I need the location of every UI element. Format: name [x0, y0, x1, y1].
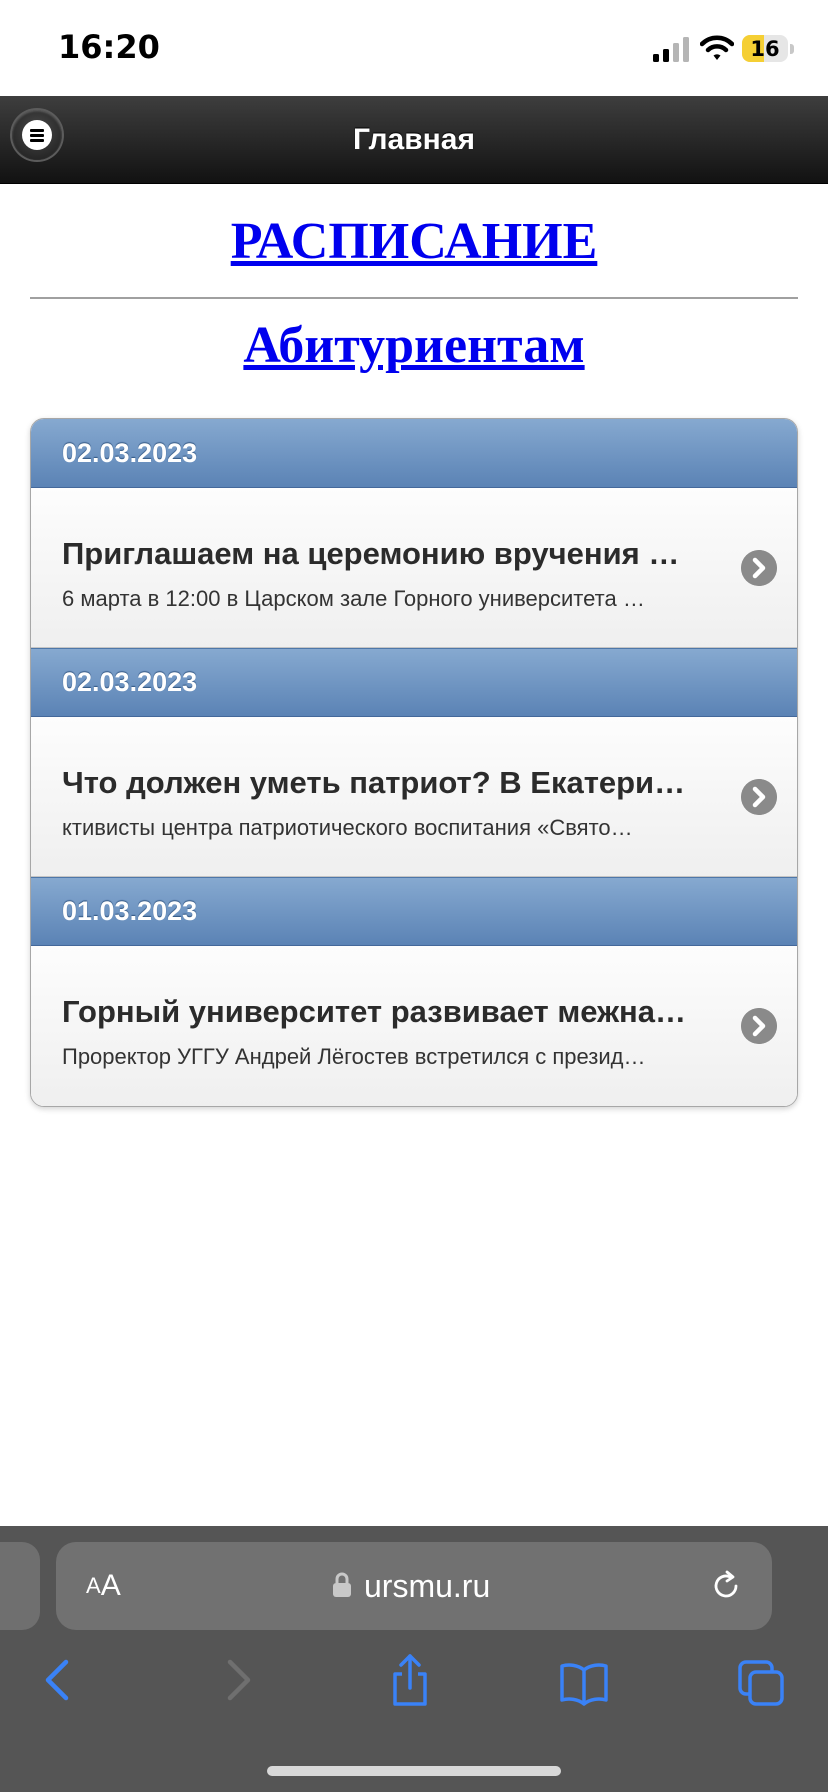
chevron-right-icon: [741, 1008, 777, 1044]
schedule-link[interactable]: РАСПИСАНИЕ: [231, 213, 598, 270]
status-time: 16:20: [58, 28, 160, 66]
battery-icon: 16: [742, 35, 788, 62]
battery-cap: [790, 44, 794, 54]
battery-level: 16: [750, 36, 780, 61]
app-header: Главная: [0, 96, 828, 184]
news-item[interactable]: Горный университет развивает межна… Прор…: [31, 946, 797, 1106]
news-description: 6 марта в 12:00 в Царском зале Горного у…: [62, 586, 645, 611]
aa-small-letter: A: [86, 1573, 101, 1598]
lock-icon: [333, 1572, 351, 1597]
bookmarks-icon[interactable]: [559, 1652, 609, 1708]
forward-icon[interactable]: [212, 1652, 262, 1708]
cellular-signal-icon: [653, 37, 689, 62]
home-indicator: [267, 1766, 561, 1776]
news-date-divider: 02.03.2023: [31, 648, 797, 717]
news-date-divider: 02.03.2023: [31, 419, 797, 488]
applicants-link-row: Абитуриентам: [0, 316, 828, 375]
address-bar[interactable]: AA ursmu.ru: [56, 1542, 772, 1630]
news-description: Проректор УГГУ Андрей Лёгостев встретилс…: [62, 1044, 646, 1069]
back-icon[interactable]: [34, 1652, 84, 1708]
wifi-icon: [700, 35, 734, 60]
share-icon[interactable]: [385, 1652, 435, 1708]
news-date-divider: 01.03.2023: [31, 877, 797, 946]
chevron-right-icon: [741, 779, 777, 815]
schedule-link-row: РАСПИСАНИЕ: [0, 212, 828, 271]
page-title: Главная: [352, 123, 475, 156]
news-list: 02.03.2023 Приглашаем на церемонию вруче…: [30, 418, 798, 1107]
reload-icon[interactable]: [708, 1568, 744, 1604]
news-title: Что должен уметь патриот? В Екатери…: [62, 765, 686, 800]
news-item[interactable]: Что должен уметь патриот? В Екатери… кти…: [31, 717, 797, 877]
status-bar: 16:20 16: [0, 0, 828, 96]
divider: [30, 297, 798, 299]
previous-tab-peek[interactable]: [0, 1542, 40, 1630]
news-title: Горный университет развивает межна…: [62, 994, 687, 1029]
tabs-icon[interactable]: [736, 1652, 786, 1708]
news-item[interactable]: Приглашаем на церемонию вручения … 6 мар…: [31, 488, 797, 648]
aa-big-letter: A: [100, 1569, 121, 1602]
news-title: Приглашаем на церемонию вручения …: [62, 536, 680, 571]
applicants-link[interactable]: Абитуриентам: [243, 317, 584, 374]
news-description: ктивисты центра патриотического воспитан…: [62, 815, 633, 840]
reader-settings-button[interactable]: AA: [86, 1542, 121, 1630]
url-text: ursmu.ru: [364, 1567, 491, 1604]
chevron-right-icon: [741, 550, 777, 586]
